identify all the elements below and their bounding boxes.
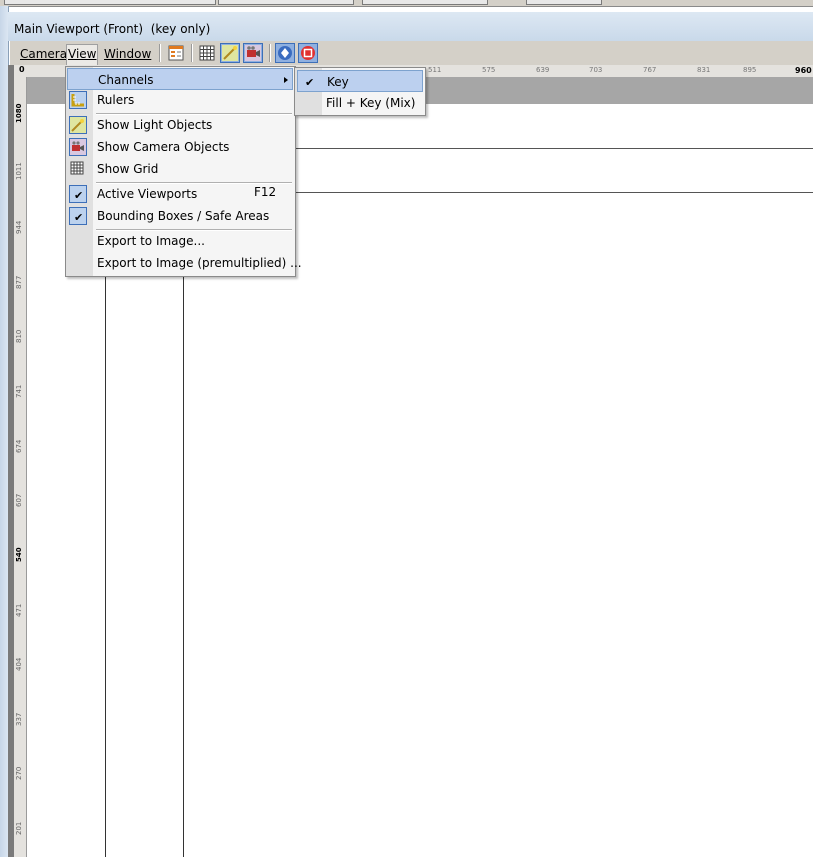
window-title: Main Viewport (Front) (key only) [14, 22, 211, 36]
menu-item-label: Show Light Objects [97, 118, 213, 132]
menu-window[interactable]: Window [103, 45, 152, 63]
grid-icon [199, 45, 215, 61]
toolbar-separator [269, 44, 271, 62]
ruler-tick: 471 [15, 603, 23, 617]
channels-submenu: ✔ Key Fill + Key (Mix) [294, 67, 426, 116]
ruler-tick: 1080 [15, 103, 23, 123]
ruler-tick: 270 [15, 766, 23, 780]
menu-item-active-viewports[interactable]: ✔ Active Viewports F12 [66, 183, 295, 205]
menu-item-shortcut: F12 [254, 185, 277, 199]
ruler-tick: 607 [15, 493, 23, 507]
layers-button[interactable] [166, 43, 186, 63]
menu-item-label: Active Viewports [97, 187, 198, 201]
menu-item-bounding-boxes[interactable]: ✔ Bounding Boxes / Safe Areas [66, 205, 295, 227]
outer-toolbar-strip [0, 0, 813, 7]
menu-view-label: View [68, 47, 97, 61]
light-objects-button[interactable] [220, 43, 240, 63]
camera-objects-icon [245, 45, 261, 61]
ruler-tick: 511 [428, 66, 442, 74]
ruler-tick: 703 [589, 66, 603, 74]
navigate-icon [278, 46, 292, 60]
grid-icon [69, 160, 87, 178]
rulers-icon [69, 91, 87, 109]
light-objects-icon [222, 45, 238, 61]
toolbar-separator [191, 44, 193, 62]
menu-item-show-grid[interactable]: Show Grid [66, 158, 295, 180]
menu-camera-label: Camera [20, 47, 68, 61]
view-menu: Channels Rulers Show Light Objects Show … [65, 66, 302, 277]
ruler-tick: 960 [795, 66, 812, 75]
ruler-tick: 741 [15, 384, 23, 398]
menu-item-rulers[interactable]: Rulers [66, 89, 295, 111]
ruler-tick: 810 [15, 329, 23, 343]
outer-toolbar-segment [362, 0, 488, 5]
viewport-title-bar[interactable]: Main Viewport (Front) (key only) [8, 12, 813, 41]
submenu-item-fill-key-mix[interactable]: Fill + Key (Mix) [295, 92, 425, 114]
vertical-ruler: 1080 1011 944 877 810 741 674 607 540 47… [14, 77, 27, 857]
ruler-tick: 337 [15, 712, 23, 726]
outer-toolbar-segment [218, 0, 354, 5]
ruler-origin: 0 [19, 65, 25, 74]
menu-item-show-light-objects[interactable]: Show Light Objects [66, 114, 295, 136]
menu-item-label: Show Grid [97, 162, 159, 176]
ruler-tick: 639 [536, 66, 550, 74]
camera-objects-button[interactable] [243, 43, 263, 63]
outer-toolbar-segment [4, 0, 216, 5]
camera-objects-icon [69, 138, 87, 156]
menu-item-show-camera-objects[interactable]: Show Camera Objects [66, 136, 295, 158]
ruler-tick: 201 [15, 821, 23, 835]
navigate-button[interactable] [275, 43, 295, 63]
ruler-tick: 895 [743, 66, 757, 74]
submenu-item-label: Key [327, 75, 349, 89]
submenu-item-key[interactable]: ✔ Key [297, 70, 423, 92]
menu-view[interactable]: View [66, 44, 99, 65]
ruler-tick: 404 [15, 657, 23, 671]
ruler-tick: 831 [697, 66, 711, 74]
layers-icon [168, 45, 184, 61]
menu-item-export-image[interactable]: Export to Image... [66, 230, 295, 252]
toolbar-separator [159, 44, 161, 62]
outer-toolbar-segment [526, 0, 602, 5]
checkmark-icon: ✔ [69, 207, 87, 225]
stop-button[interactable] [298, 43, 318, 63]
menu-item-export-image-premultiplied[interactable]: Export to Image (premultiplied) ... [66, 252, 302, 274]
menu-item-label: Export to Image... [97, 234, 205, 248]
menu-window-label: Window [104, 47, 152, 61]
submenu-item-label: Fill + Key (Mix) [326, 96, 416, 110]
menu-item-channels[interactable]: Channels [67, 68, 293, 90]
checkmark-icon: ✔ [69, 185, 87, 203]
ruler-tick: 944 [15, 220, 23, 234]
viewport-menubar: Camera View Window [10, 41, 813, 65]
menu-item-label: Show Camera Objects [97, 140, 230, 154]
ruler-tick: 1011 [15, 162, 23, 180]
menu-item-label: Export to Image (premultiplied) ... [97, 256, 302, 270]
checkmark-icon: ✔ [305, 76, 315, 89]
ruler-tick: 877 [15, 275, 23, 289]
ruler-tick: 575 [482, 66, 496, 74]
stop-icon [301, 46, 315, 60]
submenu-arrow-icon [284, 77, 288, 83]
ruler-tick: 540 [15, 547, 23, 562]
menu-camera[interactable]: Camera [19, 45, 68, 63]
grid-button[interactable] [197, 43, 217, 63]
ruler-tick: 674 [15, 439, 23, 453]
ruler-tick: 767 [643, 66, 657, 74]
menu-item-label: Rulers [97, 93, 135, 107]
light-objects-icon [69, 116, 87, 134]
menu-item-label: Channels [98, 73, 154, 87]
menu-item-label: Bounding Boxes / Safe Areas [97, 209, 270, 223]
